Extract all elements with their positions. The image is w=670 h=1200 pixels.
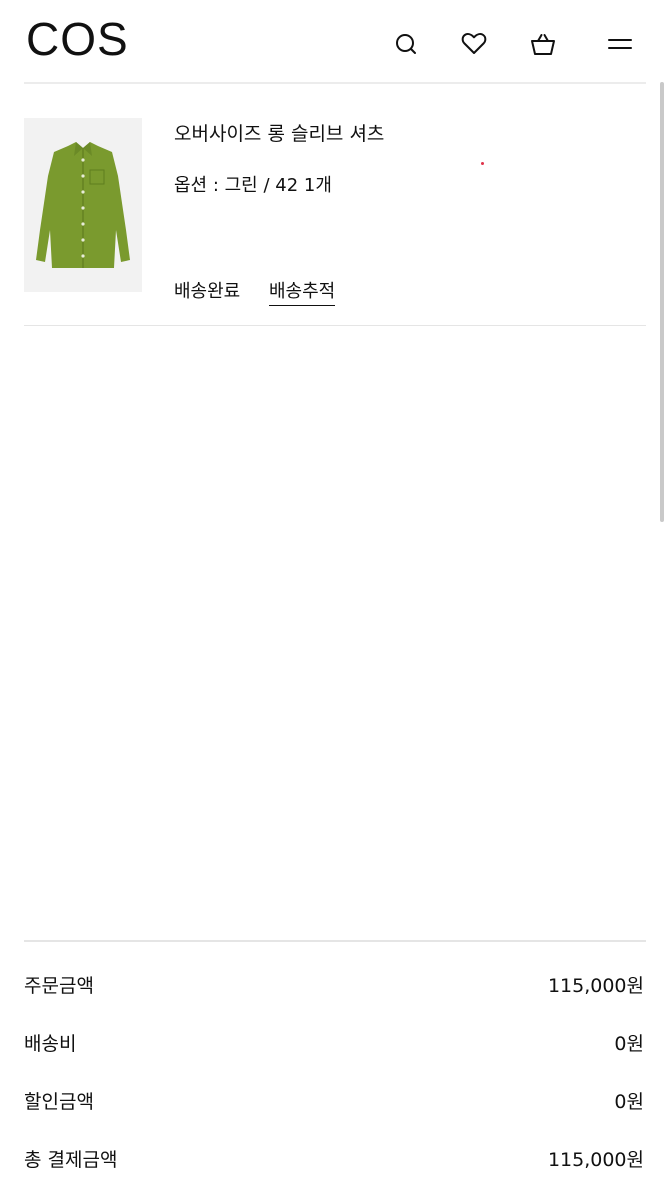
- summary-row-total: 총 결제금액 115,000원: [24, 1146, 646, 1174]
- header: COS: [0, 0, 670, 82]
- brand-logo[interactable]: COS: [26, 14, 129, 64]
- scrollbar[interactable]: [660, 82, 664, 522]
- summary-label: 배송비: [24, 1033, 77, 1055]
- summary-value: 0원: [614, 1033, 644, 1055]
- track-delivery-link[interactable]: 배송추적: [269, 280, 336, 306]
- summary-label: 할인금액: [24, 1091, 94, 1113]
- summary-value: 115,000원: [547, 975, 644, 997]
- summary-value: 115,000원: [547, 1149, 644, 1171]
- summary-row-shipping: 배송비 0원: [24, 1030, 646, 1058]
- payment-summary: 주문금액 115,000원 배송비 0원 할인금액 0원 총 결제금액 115,…: [24, 940, 646, 1171]
- product-image[interactable]: [24, 118, 142, 292]
- product-option: 옵션 : 그린 / 42 1개: [174, 175, 332, 196]
- heart-icon[interactable]: [456, 26, 492, 62]
- summary-row-order-amount: 주문금액 115,000원: [24, 972, 646, 1000]
- indicator-dot: [481, 162, 484, 165]
- header-divider: [24, 82, 646, 84]
- delivery-status: 배송완료: [174, 281, 241, 302]
- summary-label: 총 결제금액: [24, 1149, 118, 1171]
- summary-row-discount: 할인금액 0원: [24, 1088, 646, 1116]
- summary-label: 주문금액: [24, 975, 94, 997]
- shopping-bag-icon[interactable]: [525, 26, 561, 62]
- search-icon[interactable]: [388, 26, 424, 62]
- menu-icon[interactable]: [602, 26, 638, 62]
- product-name[interactable]: 오버사이즈 롱 슬리브 셔츠: [174, 122, 384, 146]
- order-item: 오버사이즈 롱 슬리브 셔츠 옵션 : 그린 / 42 1개 배송완료 배송추적: [24, 118, 646, 326]
- summary-value: 0원: [614, 1091, 644, 1113]
